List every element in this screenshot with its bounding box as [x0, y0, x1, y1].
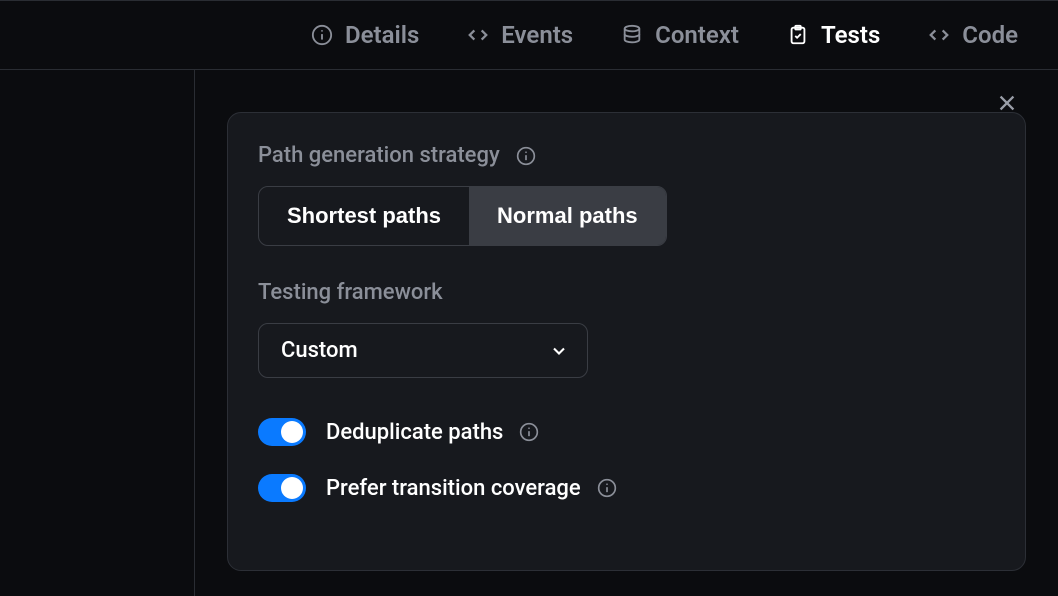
tab-label: Details [345, 21, 419, 49]
framework-select[interactable]: Custom [258, 323, 588, 378]
info-icon[interactable] [516, 146, 536, 166]
right-pane: Path generation strategy Shortest paths … [195, 70, 1058, 596]
chevron-down-icon [549, 341, 569, 361]
info-icon[interactable] [597, 478, 617, 498]
tab-label: Events [501, 21, 573, 49]
clipboard-check-icon [787, 24, 809, 46]
toggle-prefer-row: Prefer transition coverage [258, 474, 995, 502]
code-icon [928, 24, 950, 46]
label-text: Path generation strategy [258, 143, 500, 168]
tab-label: Tests [821, 21, 880, 49]
code-icon [467, 24, 489, 46]
database-icon [621, 24, 643, 46]
info-icon[interactable] [519, 422, 539, 442]
tab-tests[interactable]: Tests [787, 21, 880, 49]
tab-events[interactable]: Events [467, 21, 573, 49]
toggle-deduplicate-row: Deduplicate paths [258, 418, 995, 446]
body-area: Path generation strategy Shortest paths … [0, 70, 1058, 596]
info-icon [311, 24, 333, 46]
path-strategy-label: Path generation strategy [258, 143, 995, 168]
close-button[interactable] [996, 92, 1018, 114]
tab-code[interactable]: Code [928, 21, 1018, 49]
tab-label: Code [962, 21, 1018, 49]
select-value: Custom [281, 338, 358, 363]
toggle-deduplicate-label: Deduplicate paths [326, 420, 539, 445]
tab-details[interactable]: Details [311, 21, 419, 49]
seg-shortest-paths[interactable]: Shortest paths [259, 187, 469, 245]
toggle-deduplicate[interactable] [258, 418, 306, 446]
path-strategy-toggle: Shortest paths Normal paths [258, 186, 667, 246]
tab-bar: Details Events Context Tests Code [0, 0, 1058, 70]
toggle-prefer-label: Prefer transition coverage [326, 476, 617, 501]
label-text: Testing framework [258, 280, 443, 305]
label-text: Deduplicate paths [326, 420, 503, 445]
tab-context[interactable]: Context [621, 21, 739, 49]
framework-label: Testing framework [258, 280, 995, 305]
left-pane [0, 70, 195, 596]
seg-normal-paths[interactable]: Normal paths [469, 187, 666, 245]
settings-panel: Path generation strategy Shortest paths … [227, 112, 1026, 571]
tab-label: Context [655, 21, 739, 49]
toggle-prefer-coverage[interactable] [258, 474, 306, 502]
label-text: Prefer transition coverage [326, 476, 581, 501]
